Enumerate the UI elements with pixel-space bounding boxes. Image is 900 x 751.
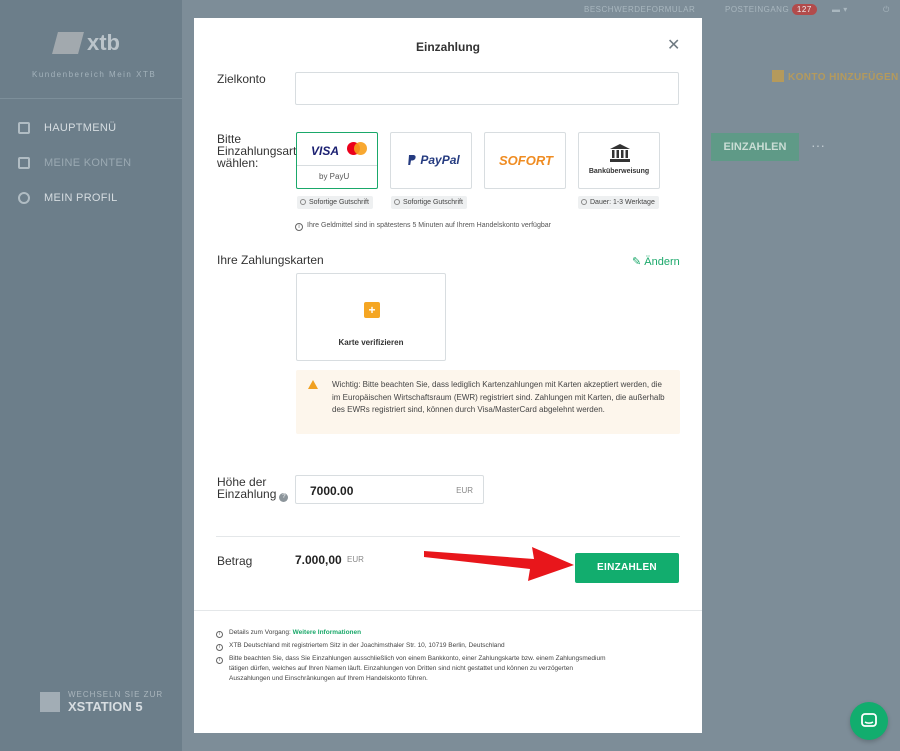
amount-label: Höhe der Einzahlung? — [217, 476, 289, 502]
modal-title: Einzahlung — [416, 40, 480, 54]
edit-cards-link[interactable]: ✎ Ändern — [632, 255, 680, 268]
plus-icon — [772, 70, 784, 82]
pencil-icon: ✎ — [632, 256, 642, 268]
more-options-icon[interactable]: ··· — [811, 137, 825, 153]
target-account-select[interactable] — [295, 72, 679, 105]
accounts-icon — [18, 157, 30, 169]
power-icon[interactable]: ⏻ — [883, 5, 890, 15]
sidebar-item-meine-konten[interactable]: MEINE KONTEN — [18, 157, 131, 169]
xstation-title: XSTATION 5 — [68, 699, 143, 714]
chat-icon — [861, 713, 877, 727]
paypal-icon — [408, 155, 416, 165]
warning-box: Wichtig: Bitte beachten Sie, dass ledigl… — [296, 370, 680, 434]
top-bar: BESCHWERDEFORMULAR POSTEINGANG 127 ▬ ▾ ⏻ — [182, 0, 900, 20]
sofort-logo: SOFORT — [499, 153, 553, 168]
clock-icon — [300, 199, 306, 205]
instant-credit-tag-paypal: Sofortige Gutschrift — [391, 196, 467, 209]
target-account-label: Zielkonto — [217, 72, 266, 86]
sidebar-item-label: MEIN PROFIL — [44, 192, 118, 204]
total-value: 7.000,00 — [295, 553, 342, 567]
warning-text: Wichtig: Bitte beachten Sie, dass ledigl… — [332, 380, 665, 414]
total-currency: EUR — [347, 555, 364, 564]
red-arrow-annotation — [424, 547, 574, 581]
bank-transfer-label: Banküberweisung — [588, 168, 650, 175]
info-icon: i — [216, 644, 223, 651]
payment-method-visa-payu[interactable]: VISA by PayU — [296, 132, 378, 189]
payment-method-bank-transfer[interactable]: Banküberweisung — [578, 132, 660, 189]
xstation-link[interactable]: WECHSELN SIE ZUR XSTATION 5 — [40, 690, 163, 714]
clock-icon — [394, 199, 400, 205]
inbox-count-badge: 127 — [791, 4, 817, 15]
sidebar-item-hauptmenu[interactable]: HAUPTMENÜ — [18, 122, 116, 134]
sidebar-subtitle: Kundenbereich Mein XTB — [32, 70, 157, 79]
sidebar-item-label: MEINE KONTEN — [44, 157, 132, 169]
xtb-logo: xtb — [52, 30, 120, 56]
more-info-link[interactable]: Weitere Informationen — [293, 629, 362, 636]
sidebar: xtb Kundenbereich Mein XTB HAUPTMENÜ MEI… — [0, 0, 182, 751]
amount-value: 7000.00 — [310, 484, 354, 498]
xtb-logo-text: xtb — [87, 30, 120, 55]
payment-method-paypal[interactable]: PayPal — [390, 132, 472, 189]
footer-details: i Details zum Vorgang: Weitere Informatio… — [216, 628, 361, 638]
deposit-submit-button[interactable]: EINZAHLEN — [575, 553, 679, 583]
help-icon: ? — [279, 493, 289, 502]
verify-card-label: Karte verifizieren — [338, 338, 404, 347]
deposit-modal: Einzahlung ✕ Zielkonto Bitte Einzahlungs… — [194, 18, 702, 733]
paypal-logo: PayPal — [407, 153, 460, 167]
info-icon: i — [216, 631, 223, 638]
xtb-logo-mark-icon — [52, 32, 84, 54]
divider — [194, 610, 702, 611]
total-label: Betrag — [217, 554, 253, 568]
inbox-label: POSTEINGANG — [725, 5, 790, 14]
complaint-link[interactable]: BESCHWERDEFORMULAR — [584, 5, 695, 14]
sidebar-divider — [0, 98, 182, 99]
xstation-icon — [40, 692, 60, 712]
close-icon[interactable]: ✕ — [667, 35, 680, 55]
verify-card-button[interactable]: + Karte verifizieren — [296, 273, 446, 361]
payu-logo: by PayU — [319, 172, 350, 181]
divider — [216, 536, 680, 537]
language-flag-icon[interactable]: ▬ ▾ — [832, 5, 848, 14]
mastercard-logo-icon — [347, 142, 367, 156]
visa-logo: VISA — [311, 144, 340, 158]
add-account-label: KONTO HINZUFÜGEN — [788, 72, 899, 83]
duration-tag-bank: Dauer: 1-3 Werktage — [578, 196, 659, 209]
funds-info: i Ihre Geldmittel sind in spätestens 5 Mi… — [295, 222, 551, 231]
inbox-link[interactable]: POSTEINGANG 127 — [725, 4, 817, 15]
footer-address: i XTB Deutschland mit registriertem Sitz … — [216, 641, 505, 651]
footer-notice: i Bitte beachten Sie, dass Sie Einzahlung… — [216, 654, 606, 684]
user-icon — [18, 192, 30, 204]
payment-method-sofort[interactable]: SOFORT — [484, 132, 566, 189]
xstation-caption: WECHSELN SIE ZUR — [68, 690, 164, 699]
home-icon — [18, 122, 30, 134]
clock-icon — [581, 199, 587, 205]
payment-method-label: Bitte Einzahlungsart wählen: — [217, 132, 297, 170]
plus-icon: + — [364, 302, 380, 318]
instant-credit-tag-visa: Sofortige Gutschrift — [297, 196, 373, 209]
amount-input[interactable]: 7000.00 EUR — [295, 475, 484, 504]
info-icon: i — [216, 657, 223, 664]
sidebar-item-label: HAUPTMENÜ — [44, 122, 117, 134]
sidebar-item-mein-profil[interactable]: MEIN PROFIL — [18, 192, 118, 204]
add-account-button[interactable]: KONTO HINZUFÜGEN — [772, 70, 899, 83]
payment-cards-title: Ihre Zahlungskarten — [217, 253, 324, 267]
chat-button[interactable] — [850, 702, 888, 740]
bank-icon — [610, 144, 630, 162]
background-deposit-button[interactable]: EINZAHLEN — [711, 133, 799, 161]
amount-currency: EUR — [456, 486, 473, 495]
warning-icon — [308, 380, 318, 389]
info-icon: i — [295, 223, 303, 231]
